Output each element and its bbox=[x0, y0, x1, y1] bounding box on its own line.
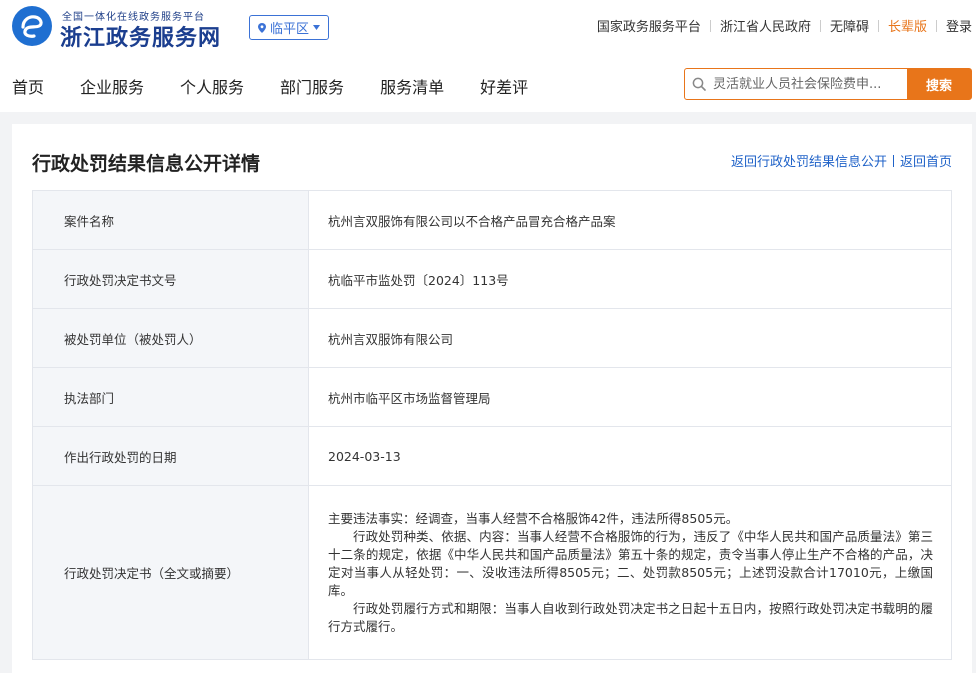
nav-rating[interactable]: 好差评 bbox=[480, 74, 528, 98]
page-title: 行政处罚结果信息公开详情 bbox=[32, 153, 261, 175]
divider bbox=[709, 19, 711, 32]
nav-home[interactable]: 首页 bbox=[12, 74, 44, 98]
site-logo-icon[interactable] bbox=[12, 6, 52, 46]
row-label-document-number: 行政处罚决定书文号 bbox=[32, 249, 309, 309]
table-row: 作出行政处罚的日期 2024-03-13 bbox=[32, 426, 952, 486]
page-actions: 返回行政处罚结果信息公开 返回首页 bbox=[731, 151, 952, 170]
decision-penalty-paragraph: 行政处罚种类、依据、内容：当事人经营不合格服饰的行为，违反了《中华人民共和国产品… bbox=[328, 528, 933, 598]
link-provincial-government[interactable]: 浙江省人民政府 bbox=[720, 16, 811, 35]
divider bbox=[819, 19, 821, 32]
table-row: 案件名称 杭州言双服饰有限公司以不合格产品冒充合格产品案 bbox=[32, 190, 952, 250]
row-value-decision-text: 主要违法事实：经调查，当事人经营不合格服饰42件，违法所得8505元。 行政处罚… bbox=[308, 485, 952, 660]
nav-enterprise-services[interactable]: 企业服务 bbox=[80, 74, 144, 98]
row-value-decision-date: 2024-03-13 bbox=[308, 426, 952, 486]
link-accessibility[interactable]: 无障碍 bbox=[830, 16, 869, 35]
main-nav: 首页 企业服务 个人服务 部门服务 服务清单 好差评 bbox=[12, 74, 564, 98]
nav-personal-services[interactable]: 个人服务 bbox=[180, 74, 244, 98]
table-row: 执法部门 杭州市临平区市场监督管理局 bbox=[32, 367, 952, 427]
back-to-home-link[interactable]: 返回首页 bbox=[900, 151, 952, 170]
row-label-decision-text: 行政处罚决定书（全文或摘要） bbox=[32, 485, 309, 660]
search-button[interactable]: 搜索 bbox=[907, 69, 971, 99]
top-links: 国家政务服务平台 浙江省人民政府 无障碍 长辈版 登录 bbox=[597, 16, 972, 35]
table-row: 被处罚单位（被处罚人） 杭州言双服饰有限公司 bbox=[32, 308, 952, 368]
row-value-document-number: 杭临平市监处罚〔2024〕113号 bbox=[308, 249, 952, 309]
site-header: 全国一体化在线政务服务平台 浙江政务服务网 临平区 国家政务服务平台 浙江省人民… bbox=[0, 0, 976, 112]
back-to-list-link[interactable]: 返回行政处罚结果信息公开 bbox=[731, 151, 887, 170]
row-value-case-name: 杭州言双服饰有限公司以不合格产品冒充合格产品案 bbox=[308, 190, 952, 250]
row-value-penalized-party: 杭州言双服饰有限公司 bbox=[308, 308, 952, 368]
decision-deadline-paragraph: 行政处罚履行方式和期限：当事人自收到行政处罚决定书之日起十五日内，按照行政处罚决… bbox=[328, 600, 933, 634]
divider bbox=[892, 154, 894, 167]
row-label-case-name: 案件名称 bbox=[32, 190, 309, 250]
nav-department-services[interactable]: 部门服务 bbox=[280, 74, 344, 98]
logo-title[interactable]: 浙江政务服务网 bbox=[60, 20, 221, 52]
nav-service-list[interactable]: 服务清单 bbox=[380, 74, 444, 98]
detail-table: 案件名称 杭州言双服饰有限公司以不合格产品冒充合格产品案 行政处罚决定书文号 杭… bbox=[32, 190, 952, 660]
row-label-penalized-party: 被处罚单位（被处罚人） bbox=[32, 308, 309, 368]
row-label-decision-date: 作出行政处罚的日期 bbox=[32, 426, 309, 486]
detail-panel: 行政处罚结果信息公开详情 返回行政处罚结果信息公开 返回首页 案件名称 杭州言双… bbox=[12, 124, 972, 673]
region-label: 临平区 bbox=[270, 22, 310, 37]
divider bbox=[935, 19, 937, 32]
row-value-enforcement-department: 杭州市临平区市场监督管理局 bbox=[308, 367, 952, 427]
link-elder-mode[interactable]: 长辈版 bbox=[888, 16, 927, 35]
row-label-enforcement-department: 执法部门 bbox=[32, 367, 309, 427]
divider bbox=[877, 19, 879, 32]
table-row: 行政处罚决定书文号 杭临平市监处罚〔2024〕113号 bbox=[32, 249, 952, 309]
caret-down-icon bbox=[313, 25, 321, 30]
decision-facts-paragraph: 主要违法事实：经调查，当事人经营不合格服饰42件，违法所得8505元。 bbox=[328, 510, 739, 526]
search-icon bbox=[685, 69, 713, 99]
link-national-platform[interactable]: 国家政务服务平台 bbox=[597, 16, 701, 35]
search-input[interactable] bbox=[713, 69, 907, 99]
search-bar: 搜索 bbox=[684, 68, 972, 100]
region-selector[interactable]: 临平区 bbox=[249, 15, 330, 40]
table-row: 行政处罚决定书（全文或摘要） 主要违法事实：经调查，当事人经营不合格服饰42件，… bbox=[32, 485, 952, 660]
login-link[interactable]: 登录 bbox=[946, 16, 972, 35]
location-pin-icon bbox=[258, 22, 266, 33]
